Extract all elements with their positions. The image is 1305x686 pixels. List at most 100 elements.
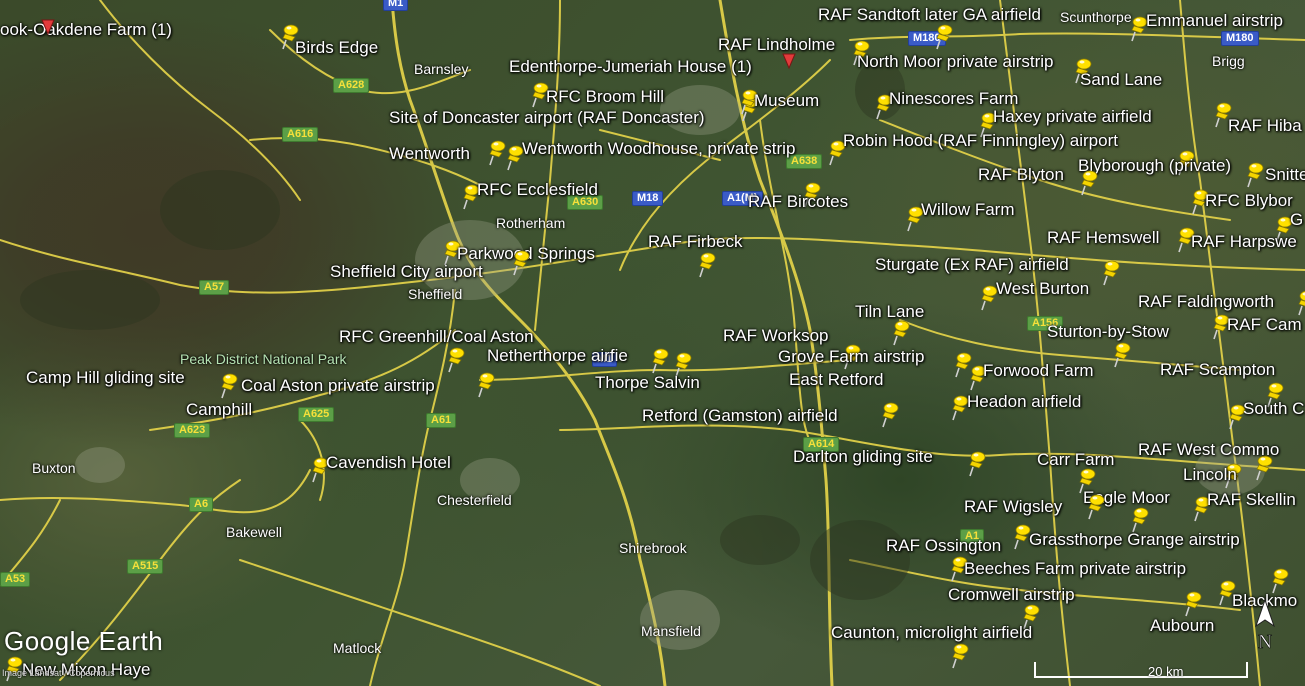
park-label: Peak District National Park — [180, 351, 347, 367]
pushpin-icon[interactable] — [1101, 258, 1121, 286]
red-pin-icon[interactable] — [38, 16, 58, 44]
placemark-label-willow-farm[interactable]: Willow Farm — [921, 201, 1015, 218]
pushpin-icon[interactable] — [446, 345, 466, 373]
placemark-label-raf-west-common[interactable]: RAF West Commo — [1138, 441, 1279, 458]
pushpin-icon[interactable] — [511, 248, 531, 276]
placemark-label-ninescores[interactable]: Ninescores Farm — [889, 90, 1018, 107]
placemark-label-raf-wigsley[interactable]: RAF Wigsley — [964, 498, 1062, 515]
placemark-label-sturgate[interactable]: Sturgate (Ex RAF) airfield — [875, 256, 1069, 273]
placemark-label-rfc-greenhill[interactable]: RFC Greenhill/Coal Aston — [339, 328, 534, 345]
placemark-label-camphill[interactable]: Camphill — [186, 401, 252, 418]
pushpin-icon[interactable] — [880, 400, 900, 428]
placemark-label-raf-faldingworth[interactable]: RAF Faldingworth — [1138, 293, 1274, 310]
pushpin-icon[interactable] — [650, 346, 670, 374]
placemark-label-raf-sandtoft[interactable]: RAF Sandtoft later GA airfield — [818, 6, 1041, 23]
placemark-label-east-retford[interactable]: East Retford — [789, 371, 884, 388]
place-label-shirebrook: Shirebrook — [619, 540, 687, 556]
pushpin-icon[interactable] — [1130, 505, 1150, 533]
placemark-label-sand-lane[interactable]: Sand Lane — [1080, 71, 1162, 88]
placemark-label-museum[interactable]: Museum — [754, 92, 819, 109]
placemark-label-raf-skelling[interactable]: RAF Skellin — [1207, 491, 1296, 508]
road-shield-a616: A616 — [282, 127, 319, 142]
pushpin-icon[interactable] — [1183, 589, 1203, 617]
placemark-label-sheffield-city[interactable]: Sheffield City airport — [330, 263, 483, 280]
placemark-label-cromwell[interactable]: Cromwell airstrip — [948, 586, 1075, 603]
placemark-label-raf-hemswell[interactable]: RAF Hemswell — [1047, 229, 1159, 246]
placemark-label-raf-ossington[interactable]: RAF Ossington — [886, 537, 1001, 554]
place-label-mansfield: Mansfield — [641, 623, 701, 639]
placemark-label-wentworth-woodhouse[interactable]: Wentworth Woodhouse, private strip — [522, 140, 795, 157]
road-shield-a53: A53 — [0, 572, 31, 587]
placemark-label-rfc-blybor[interactable]: RFC Blybor — [1205, 192, 1293, 209]
pushpin-icon[interactable] — [1245, 160, 1265, 188]
placemark-label-emmanuel[interactable]: Emmanuel airstrip — [1146, 12, 1283, 29]
placemark-label-raf-worksop[interactable]: RAF Worksop — [723, 327, 829, 344]
pushpin-icon[interactable] — [1086, 492, 1106, 520]
place-label-scunthorpe: Scunthorpe — [1060, 9, 1132, 25]
placemark-label-south-c[interactable]: South C — [1243, 400, 1304, 417]
pushpin-icon[interactable] — [950, 641, 970, 669]
placemark-label-cavendish[interactable]: Cavendish Hotel — [326, 454, 451, 471]
placemark-label-raf-lindholme[interactable]: RAF Lindholme — [718, 36, 835, 53]
placemark-label-aubourn[interactable]: Aubourn — [1150, 617, 1214, 634]
map-viewport[interactable]: M1 M180 M180 M18 A1(M) M1 A628 A616 A638 A630 A57 A… — [0, 0, 1305, 686]
placemark-label-doncaster[interactable]: Site of Doncaster airport (RAF Doncaster… — [389, 109, 705, 126]
placemark-label-netherthorpe[interactable]: Netherthorpe airfie — [487, 347, 628, 364]
placemark-label-grassthorpe[interactable]: Grassthorpe Grange airstrip — [1029, 531, 1240, 548]
pushpin-icon[interactable] — [219, 371, 239, 399]
pushpin-icon[interactable] — [487, 138, 507, 166]
red-pin-icon[interactable] — [779, 50, 799, 78]
placemark-label-darlton[interactable]: Darlton gliding site — [793, 448, 933, 465]
placemark-label-headon[interactable]: Headon airfield — [967, 393, 1081, 410]
placemark-label-thorpe-salvin[interactable]: Thorpe Salvin — [595, 374, 700, 391]
placemark-label-robin-hood[interactable]: Robin Hood (RAF Finningley) airport — [843, 132, 1118, 149]
placemark-label-edenthorpe[interactable]: Edenthorpe-Jumeriah House (1) — [509, 58, 752, 75]
placemark-label-haxey[interactable]: Haxey private airfield — [993, 108, 1152, 125]
road-shield-m1: M1 — [383, 0, 409, 11]
placemark-label-forwood[interactable]: Forwood Farm — [983, 362, 1094, 379]
placemark-label-rfc-ecclesfield[interactable]: RFC Ecclesfield — [477, 181, 598, 198]
placemark-label-sturton[interactable]: Sturton-by-Stow — [1047, 323, 1169, 340]
placemark-label-raf-cam[interactable]: RAF Cam — [1227, 316, 1302, 333]
road-shield-a57: A57 — [199, 280, 230, 295]
placemark-label-raf-firbeck[interactable]: RAF Firbeck — [648, 233, 742, 250]
placemark-label-snitter[interactable]: Snitte — [1265, 166, 1305, 183]
placemark-label-raf-blyton[interactable]: RAF Blyton — [978, 166, 1064, 183]
placemark-label-north-moor[interactable]: North Moor private airstrip — [857, 53, 1054, 70]
placemark-label-retford-gamston[interactable]: Retford (Gamston) airfield — [642, 407, 838, 424]
pushpin-icon[interactable] — [476, 370, 496, 398]
placemark-label-rfc-broom-hill[interactable]: RFC Broom Hill — [546, 88, 664, 105]
placemark-label-carr-farm[interactable]: Carr Farm — [1037, 451, 1114, 468]
road-shield-a6: A6 — [189, 497, 214, 512]
placemark-label-tiln-lane[interactable]: Tiln Lane — [855, 303, 924, 320]
placemark-label-coal-aston[interactable]: Coal Aston private airstrip — [241, 377, 435, 394]
pushpin-icon[interactable] — [1079, 168, 1099, 196]
placemark-label-grove-farm[interactable]: Grove Farm airstrip — [778, 348, 924, 365]
placemark-label-raf-harpswell[interactable]: RAF Harpswe — [1191, 233, 1297, 250]
placemark-label-g-edge[interactable]: G — [1290, 211, 1303, 228]
placemark-label-lincoln[interactable]: Lincoln — [1183, 466, 1237, 483]
placemark-label-oakdene[interactable]: ook-Oakdene Farm (1) — [0, 21, 172, 38]
placemark-label-west-burton[interactable]: West Burton — [996, 280, 1089, 297]
pushpin-icon[interactable] — [934, 22, 954, 50]
road-shield-a628: A628 — [333, 78, 370, 93]
placemark-label-beeches[interactable]: Beeches Farm private airstrip — [964, 560, 1186, 577]
pushpin-icon[interactable] — [1270, 566, 1290, 594]
placemark-label-raf-bircotes[interactable]: RAF Bircotes — [748, 193, 848, 210]
pushpin-icon[interactable] — [697, 250, 717, 278]
place-label-bakewell: Bakewell — [226, 524, 283, 540]
pushpin-icon[interactable] — [1112, 340, 1132, 368]
pushpin-icon[interactable] — [1296, 288, 1305, 316]
road-shield-m180b: M180 — [1221, 31, 1259, 46]
north-arrow-icon[interactable]: N — [1250, 598, 1280, 656]
placemark-label-birds-edge[interactable]: Birds Edge — [295, 39, 378, 56]
placemark-label-blyborough[interactable]: Blyborough (private) — [1078, 157, 1231, 174]
placemark-label-raf-hib[interactable]: RAF Hiba — [1228, 117, 1302, 134]
placemark-label-caunton[interactable]: Caunton, microlight airfield — [831, 624, 1032, 641]
placemark-label-wentworth[interactable]: Wentworth — [389, 145, 470, 162]
road-shield-m18: M18 — [632, 191, 664, 206]
pushpin-icon[interactable] — [967, 449, 987, 477]
pushpin-icon[interactable] — [891, 318, 911, 346]
placemark-label-camp-hill[interactable]: Camp Hill gliding site — [26, 369, 185, 386]
placemark-label-raf-scampton[interactable]: RAF Scampton — [1160, 361, 1275, 378]
